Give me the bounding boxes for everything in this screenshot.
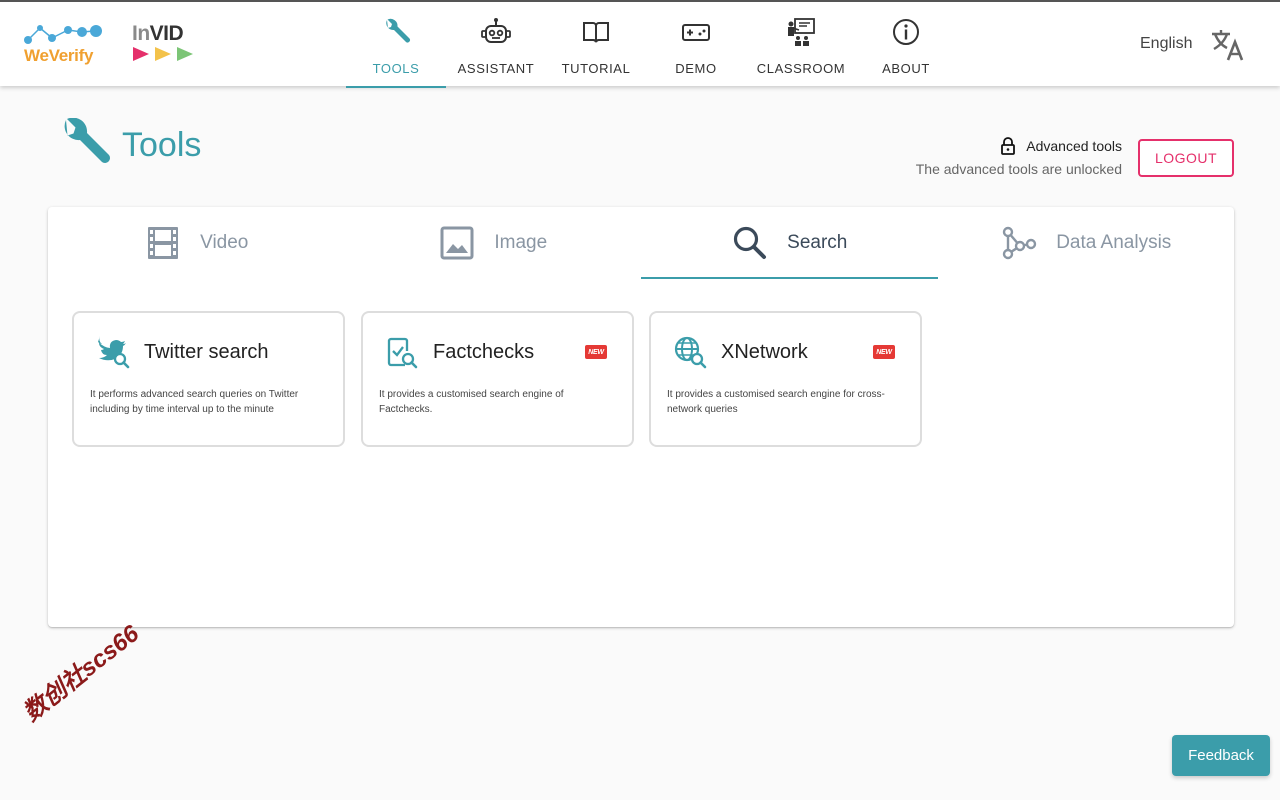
search-icon — [734, 226, 767, 259]
unlock-icon — [1001, 137, 1016, 155]
nav-classroom-label: CLASSROOM — [756, 61, 846, 76]
page-title: Tools — [122, 126, 202, 164]
twitter-search-icon — [98, 336, 130, 369]
book-icon — [583, 22, 609, 43]
invid-logo[interactable]: InVID — [132, 22, 198, 64]
tab-data-analysis-label: Data Analysis — [1056, 232, 1172, 253]
watermark: 数创社scs66 — [18, 620, 145, 727]
weverify-wordmark: WeVerify — [24, 46, 94, 65]
image-icon — [440, 226, 474, 260]
tab-image[interactable]: Image — [345, 207, 642, 279]
nav-tutorial[interactable]: TUTORIAL — [546, 4, 646, 88]
nav-tools[interactable]: TOOLS — [346, 4, 446, 88]
nav-demo[interactable]: DEMO — [646, 4, 746, 88]
tab-image-label: Image — [494, 232, 548, 253]
factcheck-search-icon — [387, 337, 418, 369]
tab-data-analysis[interactable]: Data Analysis — [938, 207, 1235, 279]
top-app-bar: WeVerify InVID TOOLS ASSISTANT TUTORIAL … — [0, 0, 1280, 88]
classroom-icon — [788, 18, 815, 46]
advanced-tools-status-text: The advanced tools are unlocked — [915, 161, 1122, 177]
new-badge: NEW — [585, 345, 607, 359]
robot-icon — [481, 18, 511, 43]
tool-title: Factchecks — [433, 341, 535, 363]
feedback-button[interactable]: Feedback — [1172, 735, 1270, 776]
nav-about[interactable]: ABOUT — [856, 4, 956, 88]
globe-search-icon — [674, 336, 707, 369]
nav-tools-label: TOOLS — [372, 61, 420, 76]
advanced-tools-status: Advanced tools The advanced tools are un… — [916, 136, 1122, 177]
tab-search[interactable]: Search — [641, 207, 938, 279]
invid-wordmark: InVID — [132, 22, 184, 45]
weverify-network-icon — [24, 25, 102, 44]
tool-title: XNetwork — [721, 341, 808, 363]
invid-play-arrows-icon — [133, 47, 193, 61]
gamepad-icon — [682, 24, 710, 41]
wrench-icon — [386, 18, 410, 43]
nav-assistant[interactable]: ASSISTANT — [446, 4, 546, 88]
main-nav: TOOLS ASSISTANT TUTORIAL DEMO CLASSROOM … — [346, 4, 956, 88]
nav-about-label: ABOUT — [882, 61, 930, 76]
film-icon — [148, 227, 179, 259]
language-label[interactable]: English — [1140, 35, 1192, 53]
tool-description: It provides a customised search engine f… — [667, 389, 885, 415]
graph-icon — [1002, 226, 1037, 260]
tool-title: Twitter search — [144, 341, 269, 363]
tool-description: It performs advanced search queries on T… — [90, 389, 299, 415]
tab-search-label: Search — [787, 232, 848, 253]
tools-card: Video Image Search Data Analysis Twitter… — [48, 207, 1234, 627]
weverify-logo[interactable]: WeVerify — [22, 20, 106, 68]
nav-classroom[interactable]: CLASSROOM — [746, 4, 856, 88]
tab-video-label: Video — [200, 232, 249, 253]
new-badge: NEW — [873, 345, 895, 359]
tool-card-factchecks[interactable]: Factchecks NEW It provides a customised … — [361, 311, 634, 447]
tool-description: It provides a customised search engine o… — [379, 389, 564, 415]
translate-icon[interactable] — [1210, 28, 1246, 62]
category-tabs: Video Image Search Data Analysis — [48, 207, 1234, 279]
advanced-tools-label: Advanced tools — [1026, 138, 1122, 154]
tab-video[interactable]: Video — [48, 207, 345, 279]
wrench-icon — [64, 118, 110, 163]
info-icon — [893, 19, 919, 45]
logout-button[interactable]: LOGOUT — [1138, 139, 1234, 177]
tool-card-xnetwork[interactable]: XNetwork NEW It provides a customised se… — [649, 311, 922, 447]
nav-tutorial-label: TUTORIAL — [561, 61, 631, 76]
tool-card-twitter-search[interactable]: Twitter search It performs advanced sear… — [72, 311, 345, 447]
nav-demo-label: DEMO — [675, 61, 717, 76]
nav-assistant-label: ASSISTANT — [457, 61, 535, 76]
